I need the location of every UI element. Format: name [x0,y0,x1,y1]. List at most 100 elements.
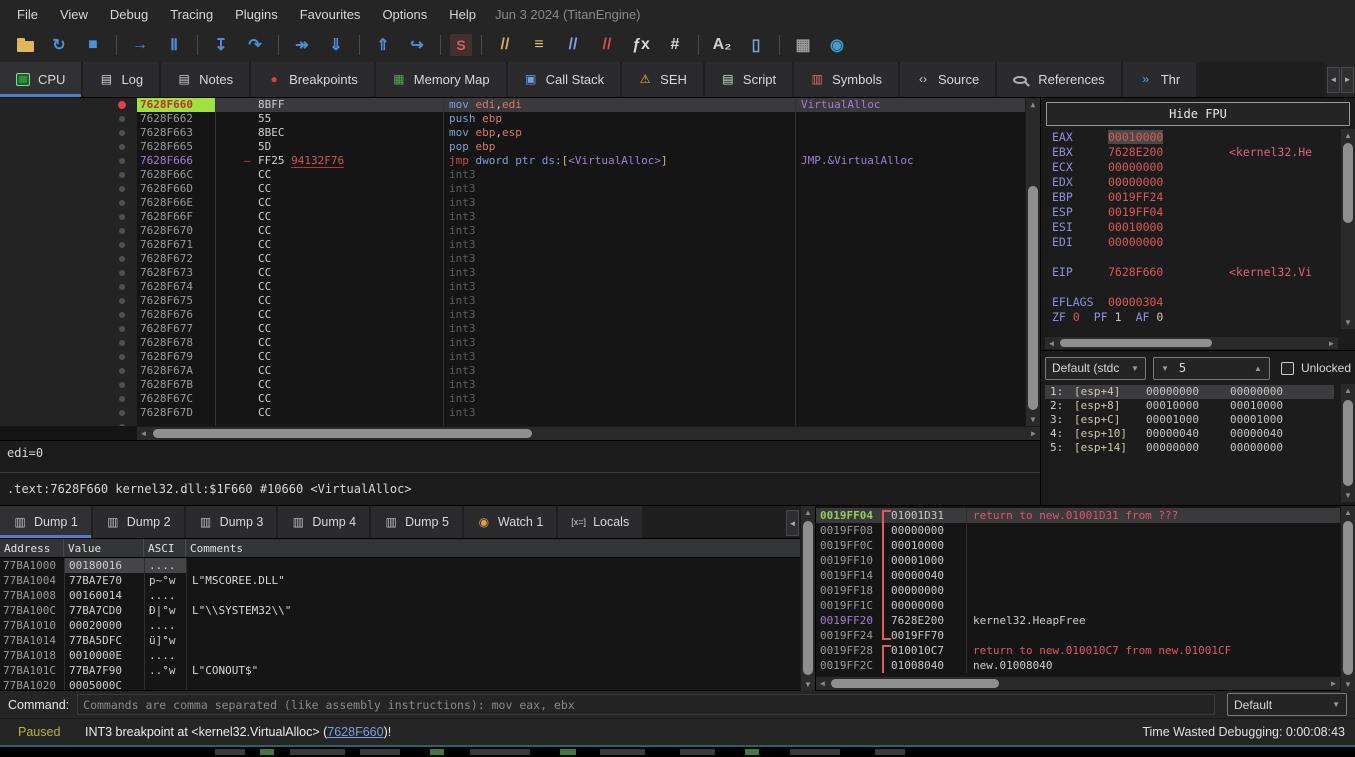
register-value[interactable]: 0019FF04 [1108,205,1163,219]
breakpoint-dot[interactable] [119,424,125,426]
tab-references[interactable]: References [997,62,1120,97]
toolbar-website-button[interactable]: ◉ [823,32,851,58]
scrollbar-thumb[interactable] [1343,143,1353,223]
menu-help[interactable]: Help [438,2,487,27]
register-value[interactable]: 7628F660 [1108,265,1163,279]
register-row[interactable]: EFLAGS00000304 [1041,295,1355,310]
dump-row[interactable]: 77BA10200005000C [0,678,800,690]
breakpoint-dot[interactable] [119,144,125,150]
register-value[interactable]: 0019FF24 [1108,190,1163,204]
scroll-down-icon[interactable]: ▼ [1341,489,1355,502]
disassembly-row[interactable]: 7628F677CCint3 [0,322,1040,336]
stack-row[interactable]: 0019FF1400000040 [816,568,1340,583]
tab-source[interactable]: ‹›Source [900,62,995,97]
tab-call-stack[interactable]: ▣Call Stack [508,62,621,97]
breakpoint-dot[interactable] [119,396,125,402]
command-input[interactable] [77,694,1215,715]
breakpoint-dot[interactable] [119,242,125,248]
scroll-right-icon[interactable]: ► [1027,427,1040,440]
register-row[interactable]: ESP0019FF04 [1041,205,1355,220]
dump-row[interactable]: 77BA100477BA7E70p~°wL"MSCOREE.DLL" [0,573,800,588]
register-value[interactable]: 00000000 [1108,235,1163,249]
disassembly-row[interactable]: 7628F67BCCint3 [0,378,1040,392]
breakpoint-dot-active[interactable] [118,101,126,109]
scroll-down-icon[interactable]: ▼ [1341,316,1355,329]
column-header-address[interactable]: Address [0,539,64,557]
register-row[interactable]: ZF0PF1AF0 [1041,310,1355,325]
scroll-down-icon[interactable]: ▼ [1341,678,1355,691]
argument-row[interactable]: 1:[esp+4]0000000000000000 [1045,385,1334,399]
stack-row[interactable]: 0019FF0800000000 [816,523,1340,538]
toolbar-execute-till-return-button[interactable]: ↠ [288,32,316,58]
dump-row[interactable]: 77BA101C77BA7F90..°wL"CONOUT$" [0,663,800,678]
register-value[interactable]: 00000000 [1108,160,1163,174]
scroll-right-icon[interactable]: ► [1327,677,1340,690]
breakpoint-dot[interactable] [119,256,125,262]
tab-scroll-left-button[interactable]: ◄ [786,510,799,536]
tab-scroll-left-button[interactable]: ◄ [1327,67,1340,93]
scrollbar-thumb[interactable] [1028,186,1038,410]
disassembly-row[interactable]: 7628F6608BFFmov edi,ediVirtualAlloc [0,98,1040,112]
toolbar-calculator-button[interactable]: ▦ [789,32,817,58]
toolbar-breakpoint-list-button[interactable]: // [593,32,621,58]
toolbar-labels-button[interactable]: // [559,32,587,58]
tab-dump-2[interactable]: ▥Dump 2 [93,506,184,538]
tab-breakpoints[interactable]: ●Breakpoints [251,62,374,97]
disassembly-row[interactable]: 7628F672CCint3 [0,252,1040,266]
breakpoint-dot[interactable] [119,340,125,346]
disassembly-row[interactable]: 7628F679CCint3 [0,350,1040,364]
tab-dump-1[interactable]: ▥Dump 1 [0,506,91,538]
flag-value[interactable]: 1 [1115,310,1122,324]
register-row[interactable]: ECX00000000 [1041,160,1355,175]
spinner-down-icon[interactable]: ▼ [1161,364,1169,373]
argument-row[interactable]: 4:[esp+10]0000004000000040 [1045,427,1334,441]
toolbar-patches-button[interactable]: // [491,32,519,58]
argument-row[interactable]: 3:[esp+C]0000100000001000 [1045,413,1334,427]
breakpoint-dot[interactable] [119,382,125,388]
tab-scroll-right-button[interactable]: ► [1341,67,1354,93]
menu-favourites[interactable]: Favourites [289,2,372,27]
unlocked-checkbox[interactable] [1281,362,1294,375]
disassembly-row[interactable]: 7628F67DCCint3 [0,406,1040,420]
tab-locals[interactable]: [x=]Locals [558,506,642,538]
toolbar-preferences-font-button[interactable]: A₂ [708,32,736,58]
disassembly-row[interactable]: 7628F671CCint3 [0,238,1040,252]
argument-row[interactable]: 2:[esp+8]0001000000010000 [1045,399,1334,413]
column-header-comments[interactable]: Comments [186,539,800,557]
stack-row[interactable]: 0019FF1800000000 [816,583,1340,598]
stack-row[interactable]: 0019FF2C01008040new.01008040 [816,658,1340,673]
register-value[interactable]: 00010000 [1108,130,1163,144]
stack-row[interactable]: 0019FF0401001D31return to new.01001D31 f… [816,508,1340,523]
register-row[interactable]: ESI00010000 [1041,220,1355,235]
disassembly-row[interactable]: 7628F66DCCint3 [0,182,1040,196]
tab-dump-5[interactable]: ▥Dump 5 [371,506,462,538]
toolbar-stop-button[interactable]: ■ [79,32,107,58]
disassembly-row[interactable]: 7628F673CCint3 [0,266,1040,280]
register-value[interactable]: 7628E200 [1108,145,1163,159]
register-row[interactable]: EBP0019FF24 [1041,190,1355,205]
toolbar-comments-button[interactable]: ≡ [525,32,553,58]
tab-cpu[interactable]: CPU [0,62,81,97]
tab-thr[interactable]: »Thr [1123,62,1197,97]
dump-row[interactable]: 77BA101477BA5DFCü]°w [0,633,800,648]
flag-value[interactable]: 0 [1073,310,1080,324]
disassembly-vertical-scrollbar[interactable]: ▲ ▼ [1025,98,1040,426]
breakpoint-dot[interactable] [119,200,125,206]
disassembly-row[interactable]: 7628F6638BECmov ebp,esp [0,126,1040,140]
breakpoint-dot[interactable] [119,326,125,332]
scrollbar-thumb[interactable] [803,521,813,675]
disassembly-row[interactable]: 7628F67ACCint3 [0,364,1040,378]
disassembly-row[interactable]: 7628F67CCCint3 [0,392,1040,406]
tab-watch-1[interactable]: ◉Watch 1 [464,506,556,538]
breakpoint-dot[interactable] [119,284,125,290]
toolbar-attach-button[interactable]: ▯ [742,32,770,58]
toolbar-functions-button[interactable]: ƒx [627,32,655,58]
tab-dump-3[interactable]: ▥Dump 3 [186,506,277,538]
menu-file[interactable]: File [6,2,49,27]
arguments-vertical-scrollbar[interactable]: ▲ ▼ [1340,384,1355,502]
toolbar-open-folder-button[interactable] [11,32,39,58]
disassembly-row[interactable]: 7628F66CCCint3 [0,168,1040,182]
argument-row[interactable]: 5:[esp+14]0000000000000000 [1045,441,1334,455]
breakpoint-dot[interactable] [119,228,125,234]
stack-row[interactable]: 0019FF1000001000 [816,553,1340,568]
